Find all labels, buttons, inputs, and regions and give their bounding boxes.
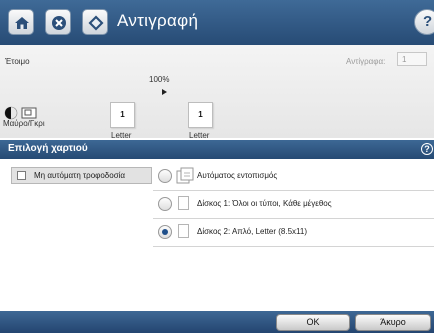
radio-dot — [162, 229, 168, 235]
bottom-bar: OK Άκυρο — [0, 311, 434, 333]
color-mode-label: Μαύρο/Γκρι — [3, 119, 45, 128]
cancel-button[interactable]: Άκυρο — [355, 314, 431, 331]
option-label: Δίσκος 2: Απλό, Letter (8.5x11) — [197, 227, 308, 236]
start-button[interactable] — [82, 9, 108, 35]
option-auto-detect[interactable]: Αυτόματος εντοπισμός — [158, 166, 434, 188]
help-button[interactable]: ? — [414, 9, 434, 35]
copies-label: Αντίγραφα: — [346, 57, 386, 66]
top-bar: Αντιγραφή ? — [0, 0, 434, 45]
radio-button[interactable] — [158, 169, 172, 183]
copy-status-area: Έτοιμο Αντίγραφα: 1 100% 1 Letter 1 Lett… — [0, 45, 434, 140]
original-page-icon[interactable]: 1 — [110, 102, 135, 128]
divider — [153, 218, 434, 219]
option-label: Αυτόματος εντοπισμός — [197, 171, 278, 180]
manual-feed-toggle[interactable]: Μη αυτόματη τροφοδοσία — [11, 167, 152, 184]
status-text: Έτοιμο — [5, 57, 30, 66]
paper-icon — [178, 196, 189, 210]
panel-title: Επιλογή χαρτιού — [8, 143, 88, 154]
stop-icon — [52, 16, 66, 30]
arrow-right-icon — [162, 89, 167, 95]
ok-button[interactable]: OK — [276, 314, 350, 331]
color-mode-icon[interactable] — [4, 106, 50, 120]
manual-feed-label: Μη αυτόματη τροφοδοσία — [34, 171, 126, 180]
panel-help-icon[interactable]: ? — [421, 143, 433, 155]
output-page-icon[interactable]: 1 — [188, 102, 213, 128]
home-icon — [15, 17, 29, 29]
divider — [153, 246, 434, 247]
home-button[interactable] — [8, 9, 34, 35]
radio-button-selected[interactable] — [158, 225, 172, 239]
manual-feed-checkbox[interactable] — [17, 171, 26, 180]
copies-field[interactable]: 1 — [397, 52, 427, 66]
divider — [153, 190, 434, 191]
option-label: Δίσκος 1: Όλοι οι τύποι, Κάθε μέγεθος — [197, 199, 332, 208]
original-size-label: Letter — [111, 131, 132, 140]
stop-button[interactable] — [45, 9, 71, 35]
help-icon: ? — [423, 13, 433, 30]
output-size-label: Letter — [189, 131, 210, 140]
auto-detect-icon — [176, 167, 194, 184]
page-title: Αντιγραφή — [117, 11, 199, 30]
paper-icon — [178, 224, 189, 238]
option-tray-1[interactable]: Δίσκος 1: Όλοι οι τύποι, Κάθε μέγεθος — [158, 194, 434, 216]
zoom-value: 100% — [149, 75, 170, 84]
option-tray-2[interactable]: Δίσκος 2: Απλό, Letter (8.5x11) — [158, 222, 434, 244]
paper-selection-header: Επιλογή χαρτιού ? — [0, 140, 434, 159]
start-icon — [88, 15, 104, 31]
radio-button[interactable] — [158, 197, 172, 211]
